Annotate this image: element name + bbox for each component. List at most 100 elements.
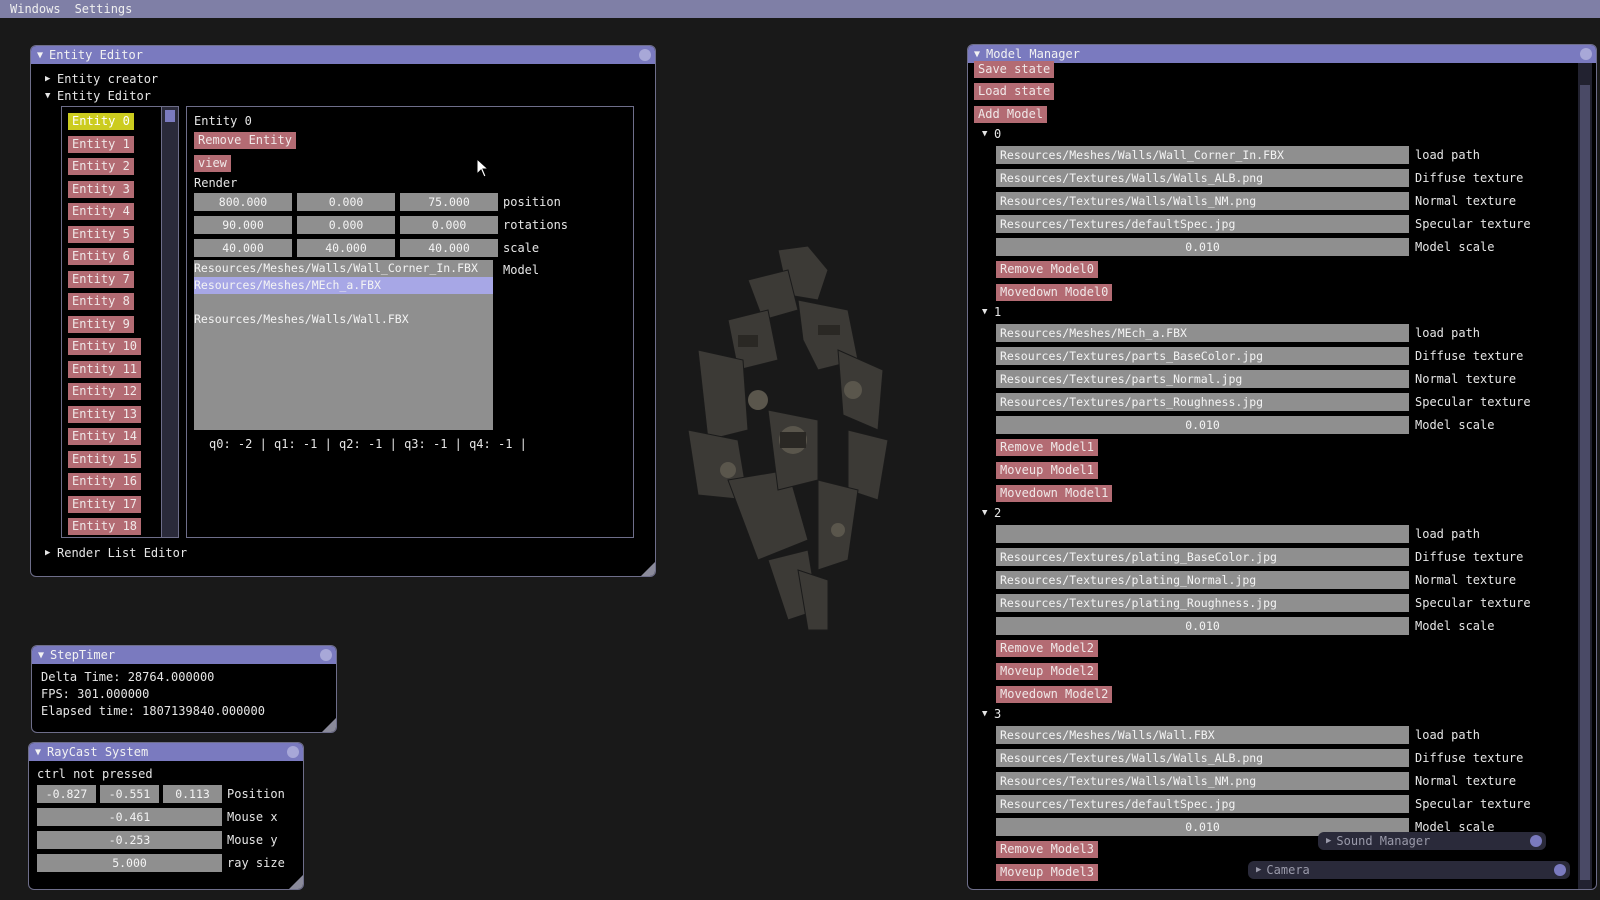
menu-windows[interactable]: Windows: [10, 2, 61, 16]
entity-item[interactable]: Entity 4: [68, 203, 134, 220]
entity-item[interactable]: Entity 1: [68, 135, 134, 153]
entity-item[interactable]: Entity 12: [68, 383, 142, 400]
entity-item[interactable]: Entity 11: [68, 360, 142, 378]
load-path-input[interactable]: Resources/Meshes/Walls/Wall_Corner_In.FB…: [996, 146, 1409, 164]
normal-texture-input[interactable]: Resources/Textures/Walls/Walls_NM.png: [996, 192, 1409, 210]
tree-entity-editor[interactable]: ▼ Entity Editor: [45, 87, 151, 104]
diffuse-texture-input[interactable]: Resources/Textures/parts_BaseColor.jpg: [996, 347, 1409, 365]
diffuse-texture-input[interactable]: Resources/Textures/Walls/Walls_ALB.png: [996, 749, 1409, 767]
entity-item[interactable]: Entity 6: [68, 248, 134, 265]
model-listbox[interactable]: Resources/Meshes/Walls/Wall_Corner_In.FB…: [194, 260, 493, 430]
specular-texture-input[interactable]: Resources/Textures/defaultSpec.jpg: [996, 795, 1409, 813]
entity-item[interactable]: Entity 17: [68, 495, 142, 513]
close-icon[interactable]: [320, 649, 332, 661]
moveup-model-button[interactable]: Moveup Model3: [996, 864, 1098, 881]
model-scale-input[interactable]: 0.010: [996, 416, 1409, 434]
raycast-titlebar[interactable]: ▼ RayCast System: [29, 743, 303, 761]
moveup-model-button[interactable]: Moveup Model1: [996, 462, 1098, 479]
resize-grip-icon[interactable]: [322, 718, 336, 732]
save-state-button[interactable]: Save state: [974, 61, 1055, 78]
entity-item[interactable]: Entity 10: [68, 338, 142, 355]
tree-render-list-editor[interactable]: ▶ Render List Editor: [45, 544, 187, 561]
ray-size-input[interactable]: 5.000: [37, 854, 222, 872]
collapse-arrow-icon[interactable]: ▼: [38, 650, 44, 661]
entity-item[interactable]: Entity 0: [68, 113, 134, 130]
entity-item[interactable]: Entity 16: [68, 473, 142, 490]
specular-texture-input[interactable]: Resources/Textures/defaultSpec.jpg: [996, 215, 1409, 233]
moveup-model-button[interactable]: Moveup Model2: [996, 663, 1098, 680]
model-node-3[interactable]: ▼ 3: [982, 705, 1001, 722]
entity-item[interactable]: Entity 7: [68, 270, 134, 288]
close-icon[interactable]: [1580, 48, 1592, 60]
resize-grip-icon[interactable]: [289, 875, 303, 889]
collapse-arrow-icon[interactable]: ▼: [37, 50, 43, 61]
resize-grip-icon[interactable]: [641, 562, 655, 576]
view-button[interactable]: view: [194, 155, 231, 172]
model-option[interactable]: Resources/Meshes/MEch_a.FBX: [194, 277, 493, 294]
ray-position-z[interactable]: 0.113: [163, 785, 222, 803]
specular-texture-input[interactable]: Resources/Textures/parts_Roughness.jpg: [996, 393, 1409, 411]
ray-position-x[interactable]: -0.827: [37, 785, 96, 803]
model-manager-titlebar[interactable]: ▼ Model Manager: [968, 45, 1596, 63]
model-option[interactable]: Resources/Meshes/Walls/Wall.FBX: [194, 311, 493, 328]
entity-item[interactable]: Entity 5: [68, 225, 134, 243]
entity-item[interactable]: Entity 18: [68, 518, 142, 535]
model-node-2[interactable]: ▼ 2: [982, 504, 1001, 521]
model-node-1[interactable]: ▼ 1: [982, 303, 1001, 320]
rotation-y-input[interactable]: 0.000: [297, 216, 395, 234]
menu-settings[interactable]: Settings: [75, 2, 133, 16]
entity-item[interactable]: Entity 8: [68, 293, 134, 310]
model-node-0[interactable]: ▼ 0: [982, 125, 1001, 142]
position-x-input[interactable]: 800.000: [194, 193, 292, 211]
scale-x-input[interactable]: 40.000: [194, 239, 292, 257]
camera-window[interactable]: ▶ Camera: [1248, 861, 1570, 879]
mouse-x-input[interactable]: -0.461: [37, 808, 222, 826]
ray-position-y[interactable]: -0.551: [100, 785, 159, 803]
load-state-button[interactable]: Load state: [974, 83, 1055, 100]
load-path-input[interactable]: Resources/Meshes/Walls/Wall.FBX: [996, 726, 1409, 744]
sound-manager-window[interactable]: ▶ Sound Manager: [1318, 832, 1546, 850]
entity-item[interactable]: Entity 13: [68, 405, 142, 423]
normal-texture-input[interactable]: Resources/Textures/Walls/Walls_NM.png: [996, 772, 1409, 790]
model-scale-input[interactable]: 0.010: [996, 238, 1409, 256]
remove-model-button[interactable]: Remove Model0: [996, 261, 1098, 278]
position-z-input[interactable]: 75.000: [400, 193, 498, 211]
entity-item[interactable]: Entity 3: [68, 180, 134, 198]
rotation-z-input[interactable]: 0.000: [400, 216, 498, 234]
model-scale-input[interactable]: 0.010: [996, 617, 1409, 635]
remove-model-button[interactable]: Remove Model1: [996, 439, 1098, 456]
rotation-x-input[interactable]: 90.000: [194, 216, 292, 234]
mouse-y-input[interactable]: -0.253: [37, 831, 222, 849]
position-y-input[interactable]: 0.000: [297, 193, 395, 211]
entity-item[interactable]: Entity 9: [68, 315, 134, 333]
tree-entity-creator[interactable]: ▶ Entity creator: [45, 70, 158, 87]
remove-model-button[interactable]: Remove Model2: [996, 640, 1098, 657]
entity-editor-titlebar[interactable]: ▼ Entity Editor: [31, 46, 655, 64]
scale-z-input[interactable]: 40.000: [400, 239, 498, 257]
remove-entity-button[interactable]: Remove Entity: [194, 132, 296, 149]
movedown-model-button[interactable]: Movedown Model1: [996, 485, 1113, 502]
diffuse-texture-input[interactable]: Resources/Textures/plating_BaseColor.jpg: [996, 548, 1409, 566]
entity-item[interactable]: Entity 15: [68, 450, 142, 468]
scrollbar-grab[interactable]: [1580, 85, 1590, 880]
add-model-button[interactable]: Add Model: [974, 106, 1048, 123]
entity-item[interactable]: Entity 2: [68, 158, 134, 175]
diffuse-texture-input[interactable]: Resources/Textures/Walls/Walls_ALB.png: [996, 169, 1409, 187]
collapse-arrow-icon[interactable]: ▼: [35, 747, 41, 758]
model-option[interactable]: Resources/Meshes/Walls/Wall_Corner_In.FB…: [194, 260, 493, 277]
remove-model-button[interactable]: Remove Model3: [996, 841, 1098, 858]
close-icon[interactable]: [1554, 864, 1566, 876]
model-manager-scrollbar[interactable]: [1578, 63, 1592, 889]
model-option[interactable]: [194, 294, 493, 311]
close-icon[interactable]: [1530, 835, 1542, 847]
load-path-input[interactable]: Resources/Meshes/MEch_a.FBX: [996, 324, 1409, 342]
collapse-arrow-icon[interactable]: ▼: [974, 49, 980, 60]
steptimer-titlebar[interactable]: ▼ StepTimer: [32, 646, 336, 664]
normal-texture-input[interactable]: Resources/Textures/plating_Normal.jpg: [996, 571, 1409, 589]
entity-list-scrollbar[interactable]: [161, 106, 179, 538]
movedown-model-button[interactable]: Movedown Model2: [996, 686, 1113, 703]
movedown-model-button[interactable]: Movedown Model0: [996, 284, 1113, 301]
specular-texture-input[interactable]: Resources/Textures/plating_Roughness.jpg: [996, 594, 1409, 612]
normal-texture-input[interactable]: Resources/Textures/parts_Normal.jpg: [996, 370, 1409, 388]
close-icon[interactable]: [639, 49, 651, 61]
